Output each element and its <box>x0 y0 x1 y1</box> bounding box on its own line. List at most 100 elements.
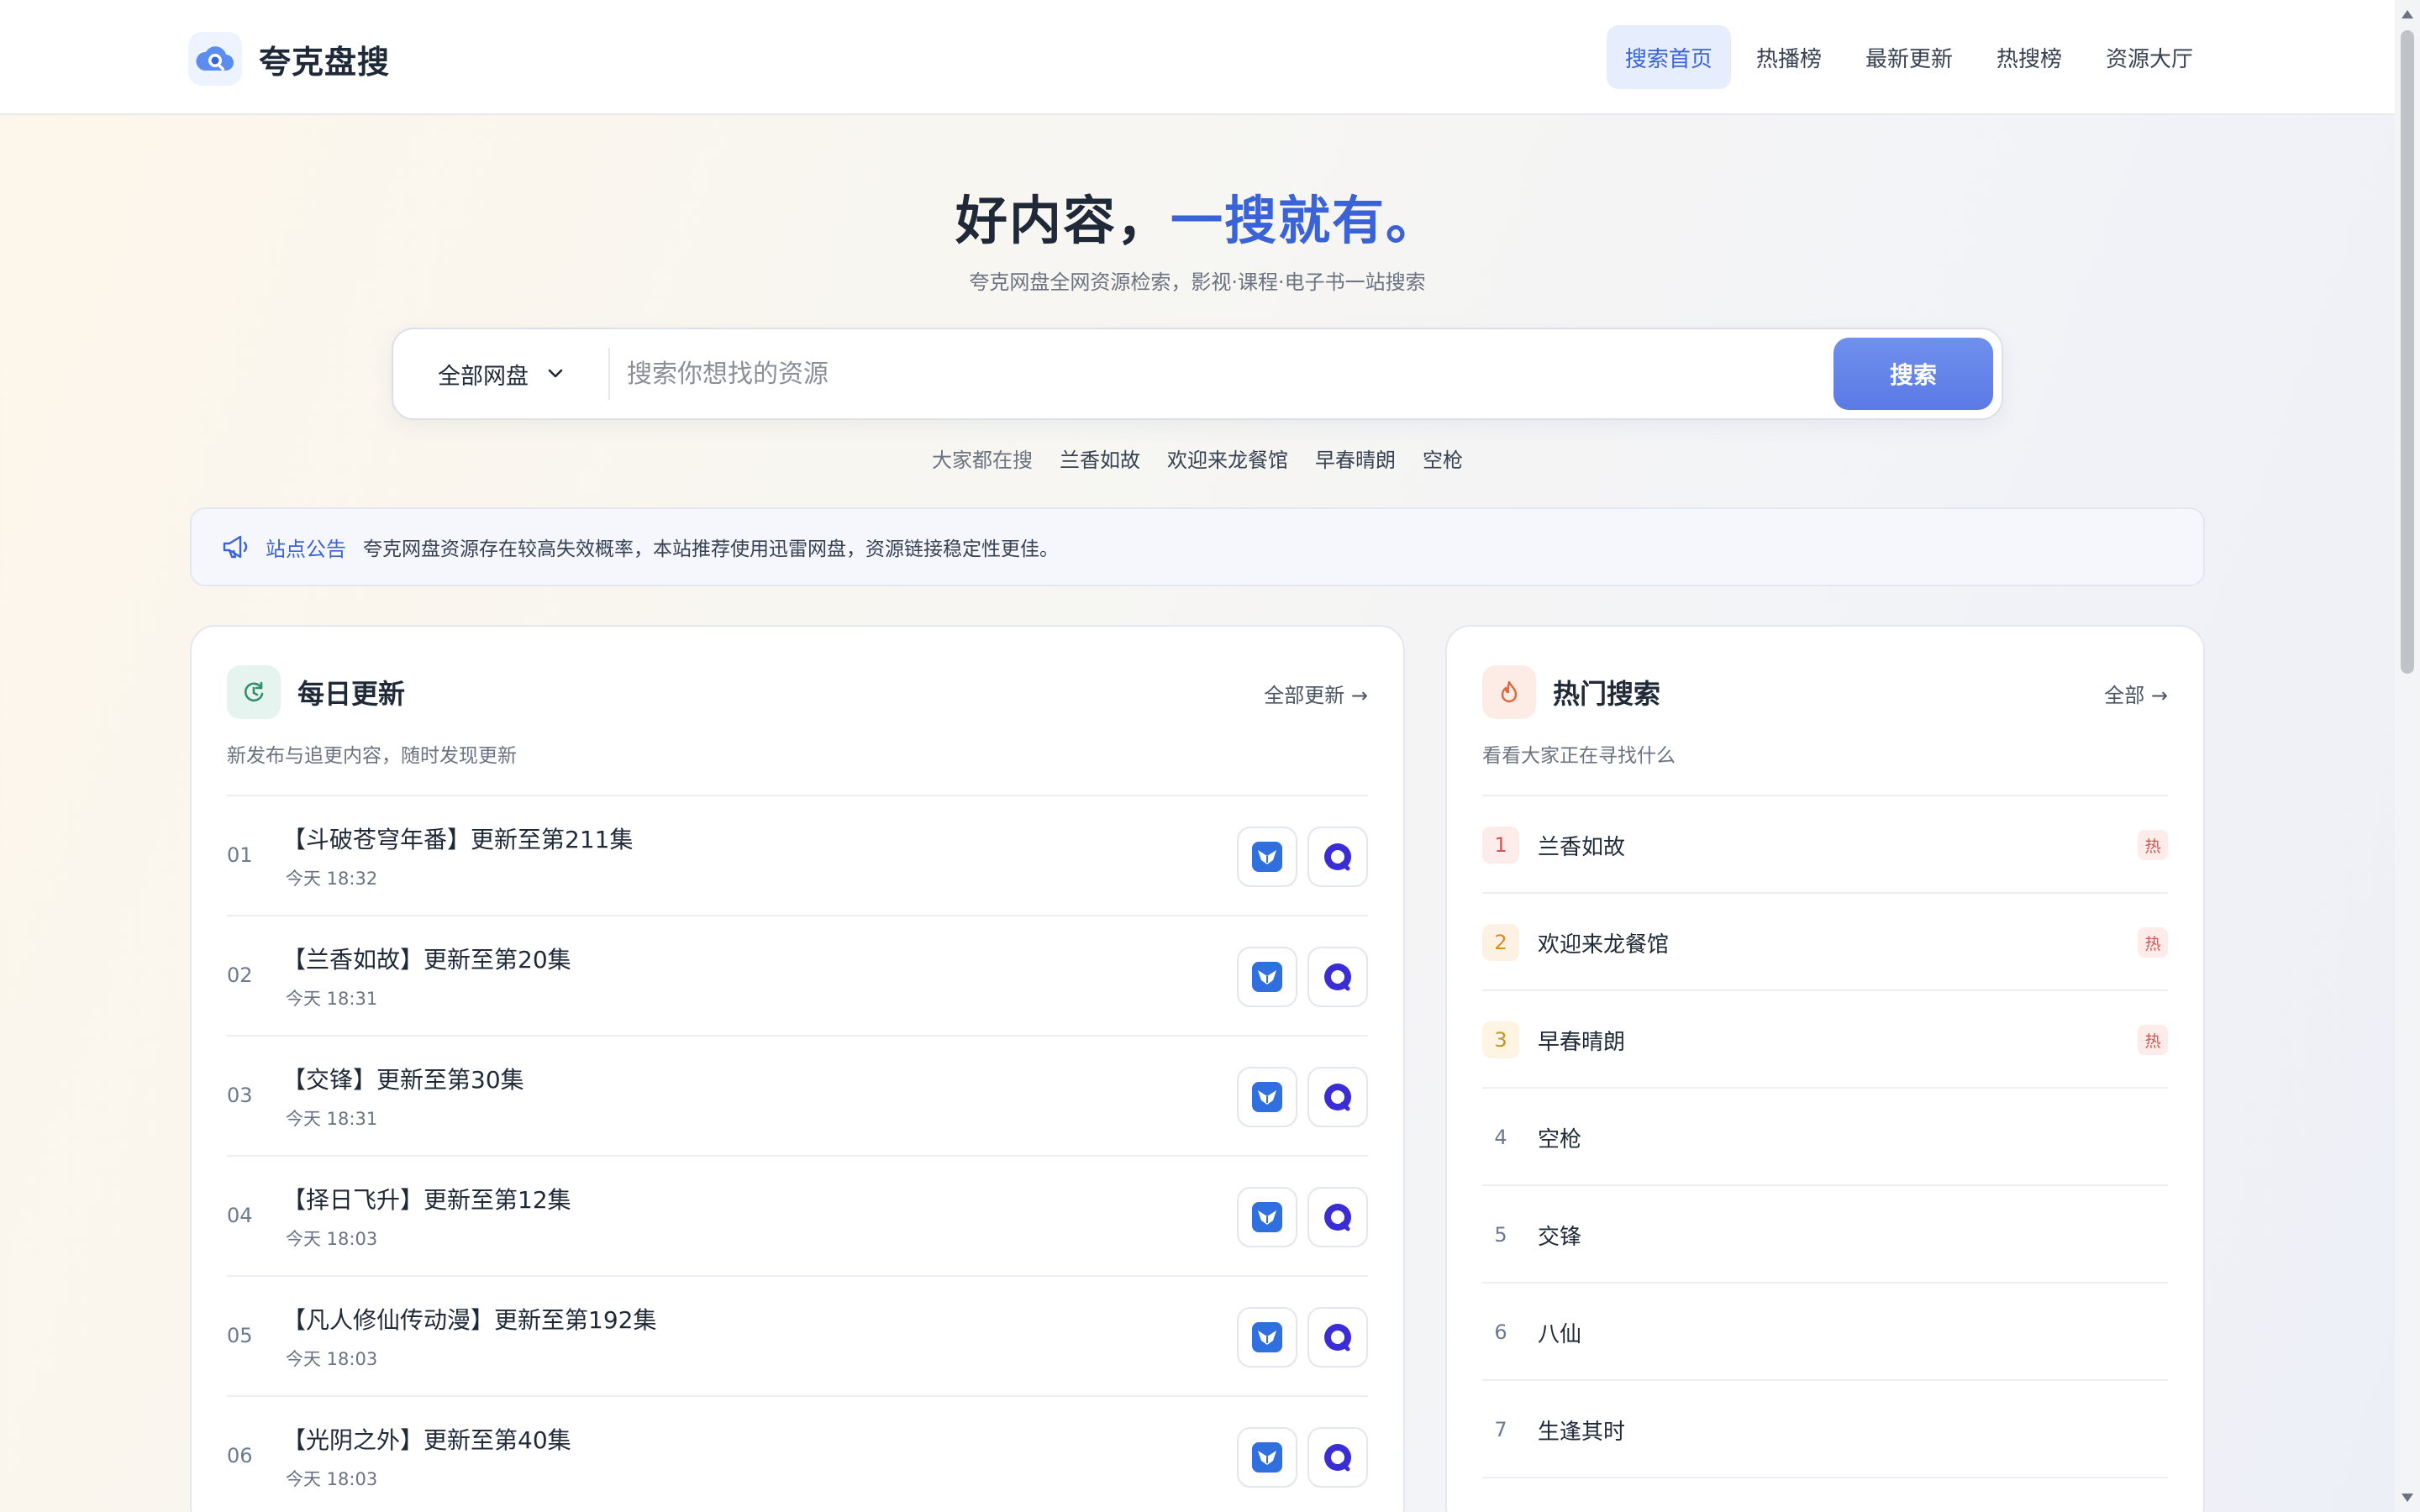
scroll-thumb[interactable] <box>2401 30 2414 674</box>
update-number: 03 <box>227 1084 253 1107</box>
pan-a-button[interactable] <box>1237 1187 1297 1247</box>
update-row[interactable]: 06 【光阴之外】更新至第40集 今天 18:03 <box>227 1397 1368 1512</box>
pan-a-button[interactable] <box>1237 1307 1297 1368</box>
nav-search-home[interactable]: 搜索首页 <box>1606 25 1731 89</box>
daily-more-link[interactable]: 全部更新 → <box>1264 679 1368 708</box>
hero-subtitle: 夸克网盘全网资源检索，影视·课程·电子书一站搜索 <box>969 270 1426 294</box>
pan-a-button[interactable] <box>1237 1427 1297 1488</box>
hot-item-name[interactable]: 早春晴朗 <box>1538 1025 1625 1056</box>
rank-number: 6 <box>1494 1320 1507 1344</box>
pan-b-button[interactable] <box>1307 827 1368 887</box>
update-title[interactable]: 【凡人修仙传动漫】更新至第192集 <box>282 1302 656 1336</box>
hot-badge: 热 <box>2138 830 2168 860</box>
popular-tag[interactable]: 早春晴朗 <box>1315 444 1396 473</box>
notice-text: 夸克网盘资源存在较高失效概率，本站推荐使用迅雷网盘，资源链接稳定性更佳。 <box>363 538 1059 560</box>
hot-more-link[interactable]: 全部 → <box>2104 679 2168 708</box>
hot-item-name[interactable]: 交锋 <box>1538 1220 1581 1251</box>
update-row[interactable]: 03 【交锋】更新至第30集 今天 18:31 <box>227 1037 1368 1157</box>
top-header: 夸克盘搜 搜索首页 热播榜 最新更新 热搜榜 资源大厅 <box>0 0 2395 115</box>
megaphone-icon <box>223 535 248 559</box>
nav-latest[interactable]: 最新更新 <box>1847 25 1971 89</box>
update-row[interactable]: 04 【择日飞升】更新至第12集 今天 18:03 <box>227 1157 1368 1277</box>
chevron-down-icon <box>548 369 563 378</box>
pan-b-button[interactable] <box>1307 1427 1368 1488</box>
nav-hot-play[interactable]: 热播榜 <box>1738 25 1840 89</box>
pan-a-button[interactable] <box>1237 947 1297 1007</box>
popular-tag[interactable]: 欢迎来龙餐馆 <box>1167 444 1288 473</box>
pan-b-button[interactable] <box>1307 947 1368 1007</box>
pan-a-button[interactable] <box>1237 1067 1297 1127</box>
update-row[interactable]: 05 【凡人修仙传动漫】更新至第192集 今天 18:03 <box>227 1277 1368 1397</box>
scroll-up-arrow-icon[interactable] <box>2402 10 2413 18</box>
pan-b-button[interactable] <box>1307 1187 1368 1247</box>
hot-item-name[interactable]: 欢迎来龙餐馆 <box>1538 927 1669 958</box>
update-number: 02 <box>227 963 253 987</box>
nav-hot-search[interactable]: 热搜榜 <box>1978 25 2081 89</box>
update-time: 今天 18:31 <box>286 1109 378 1129</box>
flame-icon <box>1482 665 1536 719</box>
hero-title: 好内容，一搜就有。 <box>0 178 2395 254</box>
update-title[interactable]: 【兰香如故】更新至第20集 <box>282 942 571 975</box>
bird-icon <box>1252 842 1282 872</box>
update-time: 今天 18:03 <box>286 1469 378 1489</box>
search-button[interactable]: 搜索 <box>1833 338 1993 410</box>
ring-icon <box>1324 1324 1351 1352</box>
popular-tag[interactable]: 兰香如故 <box>1060 444 1140 473</box>
scroll-down-arrow-icon[interactable] <box>2402 1494 2413 1502</box>
rank-number: 1 <box>1482 827 1519 864</box>
hero-title-accent: 一搜就有。 <box>1171 190 1440 251</box>
popular-searches: 大家都在搜 兰香如故 欢迎来龙餐馆 早春晴朗 空枪 <box>0 444 2395 473</box>
update-title[interactable]: 【择日飞升】更新至第12集 <box>282 1182 571 1215</box>
update-row[interactable]: 02 【兰香如故】更新至第20集 今天 18:31 <box>227 916 1368 1037</box>
hot-title: 热门搜索 <box>1553 678 1661 710</box>
pan-type-value: 全部网盘 <box>438 363 529 390</box>
hot-item[interactable]: 2 欢迎来龙餐馆 热 <box>1482 894 2168 991</box>
search-input[interactable] <box>627 344 1837 403</box>
hot-item-name[interactable]: 空枪 <box>1538 1122 1581 1153</box>
search-box: 全部网盘 搜索 <box>392 328 2003 420</box>
daily-subtitle: 新发布与追更内容，随时发现更新 <box>227 745 517 767</box>
hot-search-card: 热门搜索 全部 → 看看大家正在寻找什么 1 兰香如故 热 2 欢迎来龙餐馆 热… <box>1445 625 2205 1512</box>
hot-item[interactable]: 7 生逢其时 <box>1482 1381 2168 1478</box>
bird-icon <box>1252 1202 1282 1232</box>
popular-tag[interactable]: 空枪 <box>1423 444 1463 473</box>
refresh-clock-icon <box>227 665 281 719</box>
hero-title-main: 好内容， <box>955 190 1171 251</box>
hot-item-name[interactable]: 生逢其时 <box>1538 1415 1625 1446</box>
update-time: 今天 18:31 <box>286 989 378 1009</box>
site-logo[interactable]: 夸克盘搜 <box>188 32 390 86</box>
update-title[interactable]: 【光阴之外】更新至第40集 <box>282 1422 571 1456</box>
update-row[interactable]: 01 【斗破苍穹年番】更新至第211集 今天 18:32 <box>227 796 1368 916</box>
daily-updates-card: 每日更新 全部更新 → 新发布与追更内容，随时发现更新 01 【斗破苍穹年番】更… <box>190 625 1405 1512</box>
ring-icon <box>1324 1204 1351 1231</box>
hot-item[interactable]: 5 交锋 <box>1482 1186 2168 1284</box>
update-title[interactable]: 【交锋】更新至第30集 <box>282 1062 524 1095</box>
hot-badge: 热 <box>2138 927 2168 958</box>
update-title[interactable]: 【斗破苍穹年番】更新至第211集 <box>282 822 633 855</box>
hot-item-name[interactable]: 兰香如故 <box>1538 830 1625 861</box>
update-time: 今天 18:32 <box>286 869 378 889</box>
hot-subtitle: 看看大家正在寻找什么 <box>1482 745 1676 767</box>
pan-b-button[interactable] <box>1307 1067 1368 1127</box>
hot-item[interactable]: 3 早春晴朗 热 <box>1482 991 2168 1089</box>
cloud-search-icon <box>188 32 242 86</box>
bird-icon <box>1252 962 1282 992</box>
nav-resource-hall[interactable]: 资源大厅 <box>2087 25 2212 89</box>
page-scrollbar[interactable] <box>2395 0 2420 1512</box>
update-time: 今天 18:03 <box>286 1229 378 1249</box>
main-nav: 搜索首页 热播榜 最新更新 热搜榜 资源大厅 <box>1606 25 2212 89</box>
update-number: 05 <box>227 1324 253 1347</box>
hot-item-name[interactable]: 八仙 <box>1538 1317 1581 1348</box>
hot-item[interactable]: 6 八仙 <box>1482 1284 2168 1381</box>
update-number: 04 <box>227 1204 253 1227</box>
rank-number: 3 <box>1482 1021 1519 1058</box>
hot-item[interactable]: 4 空枪 <box>1482 1089 2168 1186</box>
update-number: 06 <box>227 1444 253 1467</box>
pan-type-select[interactable]: 全部网盘 <box>393 329 608 418</box>
pan-a-button[interactable] <box>1237 827 1297 887</box>
search-divider <box>608 348 610 400</box>
hot-item[interactable]: 1 兰香如故 热 <box>1482 796 2168 894</box>
pan-b-button[interactable] <box>1307 1307 1368 1368</box>
site-name: 夸克盘搜 <box>259 43 391 81</box>
rank-number: 5 <box>1494 1223 1507 1247</box>
